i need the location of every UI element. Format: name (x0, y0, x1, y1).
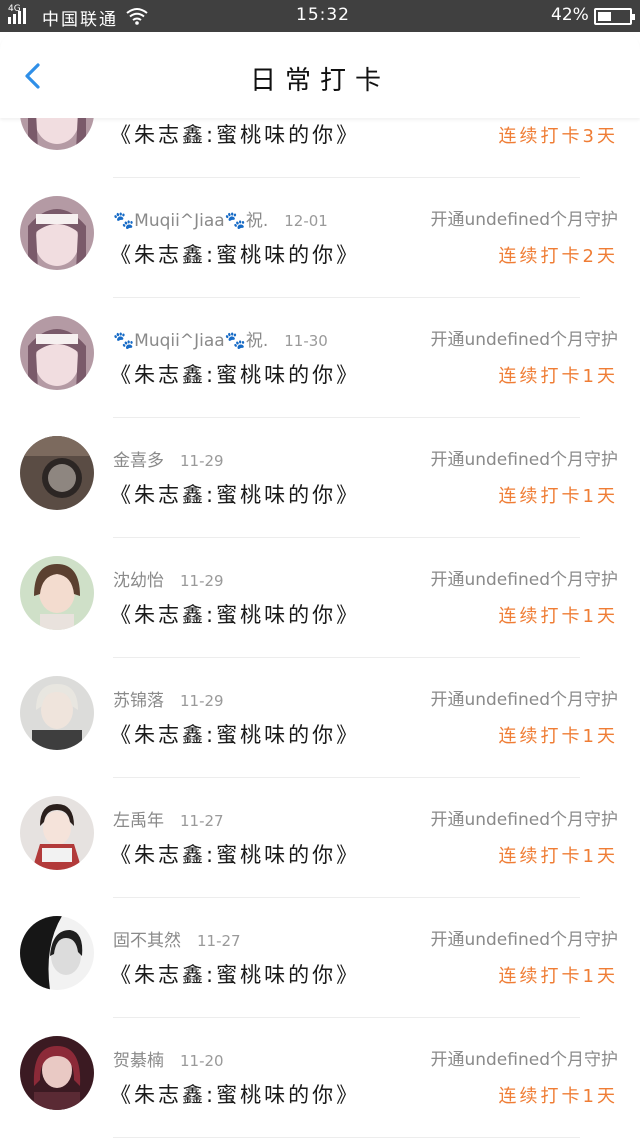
avatar[interactable] (20, 316, 94, 390)
user-name: 金喜多 (113, 451, 164, 471)
avatar[interactable] (20, 118, 94, 150)
user-name-line: 沈幼怡 11-29 (113, 566, 224, 591)
checkin-content: 《朱志鑫:蜜桃味的你》 (110, 843, 361, 867)
streak-label: 连续打卡1天 (498, 366, 618, 387)
status-bar: 4G 中国联通 15:32 42% (0, 0, 640, 32)
streak-label: 连续打卡1天 (498, 726, 618, 747)
user-name: 🐾Muqii^Jiaa🐾祝. (113, 331, 269, 351)
user-name: 苏锦落 (113, 691, 164, 711)
guard-label: 开通undefined个月守护 (430, 930, 618, 950)
checkin-content: 《朱志鑫:蜜桃味的你》 (110, 363, 361, 387)
list-item[interactable]: 🐾Muqii^Jiaa🐾祝. 12-01 开通undefined个月守护 《朱志鑫… (0, 178, 640, 298)
avatar[interactable] (20, 196, 94, 270)
user-name: 固不其然 (113, 931, 181, 951)
guard-label: 开通undefined个月守护 (430, 690, 618, 710)
network-type: 4G (8, 4, 21, 14)
user-name: 沈幼怡 (113, 571, 164, 591)
clock: 15:32 (296, 5, 350, 25)
checkin-content: 《朱志鑫:蜜桃味的你》 (110, 963, 361, 987)
avatar[interactable] (20, 1036, 94, 1110)
guard-label: 开通undefined个月守护 (430, 810, 618, 830)
avatar[interactable] (20, 796, 94, 870)
guard-label: 开通undefined个月守护 (430, 210, 618, 230)
list-item[interactable]: 固不其然 11-27 开通undefined个月守护 《朱志鑫:蜜桃味的你》 连续… (0, 898, 640, 1018)
checkin-content: 《朱志鑫:蜜桃味的你》 (110, 243, 361, 267)
checkin-content: 《朱志鑫:蜜桃味的你》 (110, 1083, 361, 1107)
checkin-date: 11-29 (180, 692, 224, 710)
avatar[interactable] (20, 556, 94, 630)
page-title: 日常打卡 (249, 66, 390, 96)
streak-label: 连续打卡3天 (498, 126, 618, 147)
checkin-date: 12-01 (284, 212, 328, 230)
list-item[interactable]: 🐾Muqii^Jiaa🐾祝. 11-30 开通undefined个月守护 《朱志鑫… (0, 298, 640, 418)
streak-label: 连续打卡1天 (498, 486, 618, 507)
user-name-line: 固不其然 11-27 (113, 926, 241, 951)
checkin-date: 11-20 (180, 1052, 224, 1070)
streak-label: 连续打卡2天 (498, 246, 618, 267)
user-name-line: 金喜多 11-29 (113, 446, 224, 471)
avatar[interactable] (20, 436, 94, 510)
checkin-date: 11-29 (180, 572, 224, 590)
guard-label: 开通undefined个月守护 (430, 1050, 618, 1070)
user-name-line: 左禹年 11-27 (113, 806, 224, 831)
checkin-content: 《朱志鑫:蜜桃味的你》 (110, 123, 361, 147)
battery-icon (594, 8, 635, 25)
list-item[interactable]: 贺綦楠 11-20 开通undefined个月守护 《朱志鑫:蜜桃味的你》 连续打… (0, 1018, 640, 1138)
checkin-date: 11-27 (197, 932, 241, 950)
avatar[interactable] (20, 676, 94, 750)
guard-label: 开通undefined个月守护 (430, 330, 618, 350)
user-name-line: 苏锦落 11-29 (113, 686, 224, 711)
carrier-name: 中国联通 (42, 10, 118, 30)
streak-label: 连续打卡1天 (498, 606, 618, 627)
streak-label: 连续打卡1天 (498, 1086, 618, 1107)
checkin-content: 《朱志鑫:蜜桃味的你》 (110, 603, 361, 627)
list-item[interactable]: 沈幼怡 11-29 开通undefined个月守护 《朱志鑫:蜜桃味的你》 连续打… (0, 538, 640, 658)
list-item[interactable]: 《朱志鑫:蜜桃味的你》 连续打卡3天 (0, 118, 640, 178)
avatar[interactable] (20, 916, 94, 990)
guard-label: 开通undefined个月守护 (430, 570, 618, 590)
streak-label: 连续打卡1天 (498, 846, 618, 867)
user-name: 🐾Muqii^Jiaa🐾祝. (113, 211, 269, 231)
checkin-date: 11-29 (180, 452, 224, 470)
list-item[interactable]: 左禹年 11-27 开通undefined个月守护 《朱志鑫:蜜桃味的你》 连续打… (0, 778, 640, 898)
user-name: 左禹年 (113, 811, 164, 831)
user-name-line: 贺綦楠 11-20 (113, 1046, 224, 1071)
battery-percent: 42% (551, 5, 589, 25)
user-name-line: 🐾Muqii^Jiaa🐾祝. 12-01 (113, 206, 328, 231)
checkin-date: 11-27 (180, 812, 224, 830)
checkin-content: 《朱志鑫:蜜桃味的你》 (110, 483, 361, 507)
user-name-line: 🐾Muqii^Jiaa🐾祝. 11-30 (113, 326, 328, 351)
user-name: 贺綦楠 (113, 1051, 164, 1071)
signal-icon: 4G (8, 4, 26, 24)
checkin-list[interactable]: 《朱志鑫:蜜桃味的你》 连续打卡3天 🐾Muqii^Jiaa🐾祝. 12-01 开… (0, 118, 640, 1138)
page-header: 日常打卡 (0, 32, 640, 118)
streak-label: 连续打卡1天 (498, 966, 618, 987)
checkin-date: 11-30 (284, 332, 328, 350)
list-item[interactable]: 金喜多 11-29 开通undefined个月守护 《朱志鑫:蜜桃味的你》 连续打… (0, 418, 640, 538)
list-item[interactable]: 苏锦落 11-29 开通undefined个月守护 《朱志鑫:蜜桃味的你》 连续打… (0, 658, 640, 778)
guard-label: 开通undefined个月守护 (430, 450, 618, 470)
wifi-icon (125, 6, 149, 31)
checkin-content: 《朱志鑫:蜜桃味的你》 (110, 723, 361, 747)
